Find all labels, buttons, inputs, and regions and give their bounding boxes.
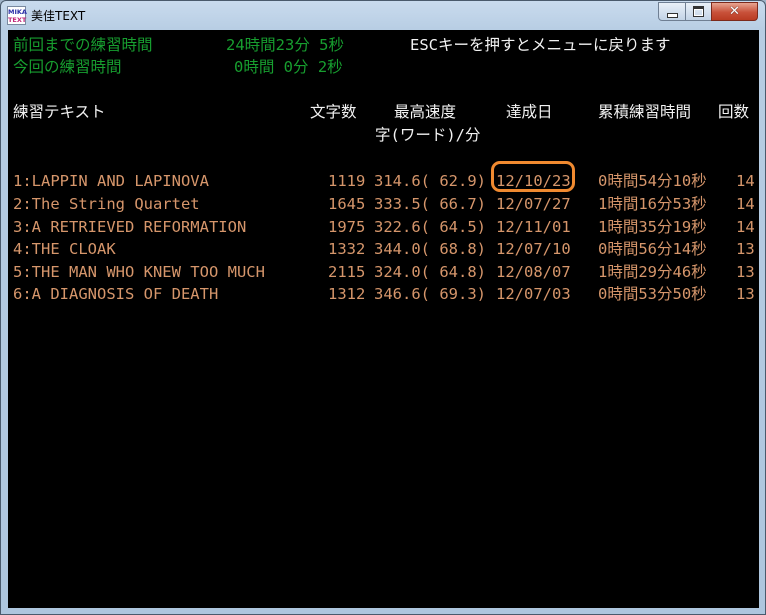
close-icon: ✕	[729, 4, 740, 19]
row-date: 12/07/03	[496, 285, 571, 303]
app-logo-text-1: MIKA	[8, 8, 27, 16]
current-practice-label: 今回の練習時間	[13, 58, 122, 76]
row-date: 12/07/10	[496, 240, 571, 258]
row-chars: 1119	[328, 172, 366, 190]
header-text: 練習テキスト	[13, 103, 106, 121]
row-title: 4:THE CLOAK	[13, 240, 116, 258]
row-time: 0時間56分14秒	[598, 240, 707, 258]
close-button[interactable]: ✕	[711, 2, 758, 21]
app-logo-icon: MIKA TEXT	[7, 6, 27, 25]
row-title: 3:A RETRIEVED REFORMATION	[13, 218, 247, 236]
row-count: 14	[736, 195, 755, 213]
row-date: 12/11/01	[496, 218, 571, 236]
row-date: 12/07/27	[496, 195, 571, 213]
row-title: 2:The String Quartet	[13, 195, 200, 213]
current-practice-value: 0時間 0分 2秒	[234, 58, 343, 76]
row-speed: 346.6( 69.3)	[374, 285, 486, 303]
maximize-icon	[693, 6, 704, 17]
row-count: 13	[736, 263, 755, 281]
minimize-button[interactable]	[658, 2, 686, 21]
row-speed: 314.6( 62.9)	[374, 172, 486, 190]
header-count: 回数	[718, 103, 750, 121]
row-title: 5:THE MAN WHO KNEW TOO MUCH	[13, 263, 265, 281]
row-chars: 2115	[328, 263, 366, 281]
header-date: 達成日	[506, 103, 553, 121]
row-time: 1時間29分46秒	[598, 263, 707, 281]
row-time: 0時間53分50秒	[598, 285, 707, 303]
app-logo-text-2: TEXT	[8, 16, 27, 24]
title-bar[interactable]: MIKA TEXT 美佳TEXT ✕	[1, 1, 765, 29]
row-time: 1時間35分19秒	[598, 218, 707, 236]
app-window: MIKA TEXT 美佳TEXT ✕ 前回までの練習時間 24時間23分 5秒 …	[0, 0, 766, 615]
row-chars: 1645	[328, 195, 366, 213]
date-highlight-annotation	[491, 161, 575, 192]
row-title: 6:A DIAGNOSIS OF DEATH	[13, 285, 219, 303]
row-speed: 344.0( 68.8)	[374, 240, 486, 258]
row-time: 1時間16分53秒	[598, 195, 707, 213]
esc-hint: ESCキーを押すとメニューに戻ります	[410, 36, 671, 54]
maximize-button[interactable]	[685, 2, 712, 21]
row-title: 1:LAPPIN AND LAPINOVA	[13, 172, 209, 190]
row-chars: 1332	[328, 240, 366, 258]
row-speed: 324.0( 64.8)	[374, 263, 486, 281]
row-speed: 333.5( 66.7)	[374, 195, 486, 213]
row-count: 13	[736, 240, 755, 258]
row-speed: 322.6( 64.5)	[374, 218, 486, 236]
previous-practice-label: 前回までの練習時間	[13, 36, 153, 54]
row-date: 12/08/07	[496, 263, 571, 281]
minimize-icon	[666, 12, 678, 18]
header-time: 累積練習時間	[598, 103, 692, 121]
header-speed-unit: 字(ワード)/分	[375, 126, 481, 144]
row-chars: 1975	[328, 218, 366, 236]
previous-practice-value: 24時間23分 5秒	[226, 36, 344, 54]
row-count: 14	[736, 172, 755, 190]
row-time: 0時間54分10秒	[598, 172, 707, 190]
row-count: 14	[736, 218, 755, 236]
header-chars: 文字数	[310, 103, 357, 121]
typing-results-screen: 前回までの練習時間 24時間23分 5秒 ESCキーを押すとメニューに戻ります …	[8, 30, 759, 608]
window-title: 美佳TEXT	[31, 9, 86, 23]
row-count: 13	[736, 285, 755, 303]
header-speed: 最高速度	[394, 103, 457, 121]
row-chars: 1312	[328, 285, 366, 303]
